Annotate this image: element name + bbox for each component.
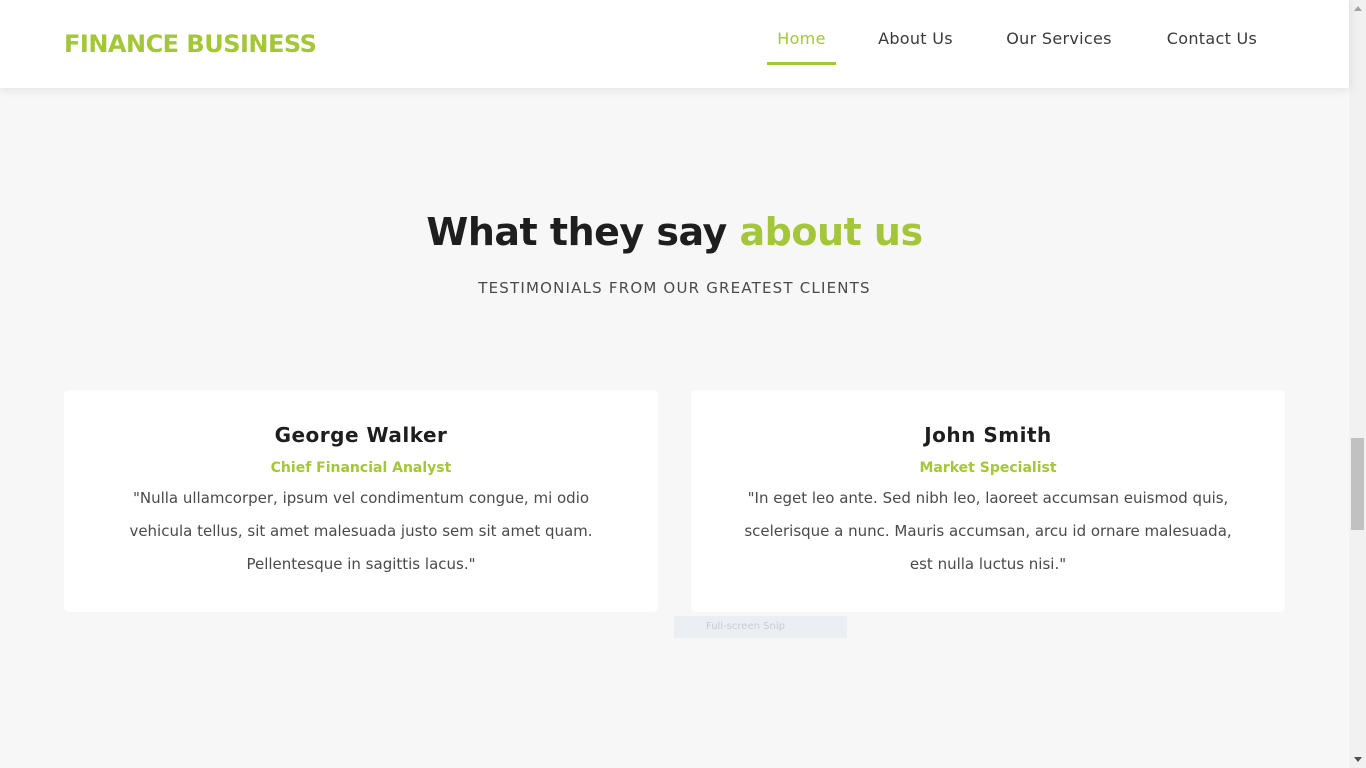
site-header: FINANCE BUSINESS Home About Us Our Servi… [0, 0, 1349, 88]
nav-home[interactable]: Home [767, 0, 836, 65]
testimonial-card: George Walker Chief Financial Analyst "N… [64, 390, 658, 612]
scroll-down-arrow-icon[interactable] [1349, 751, 1366, 768]
scrollbar-thumb[interactable] [1351, 438, 1364, 530]
testimonial-role: Market Specialist [919, 460, 1057, 476]
scroll-up-arrow-icon[interactable] [1349, 0, 1366, 17]
nav-our-services[interactable]: Our Services [1005, 0, 1113, 65]
testimonial-role: Chief Financial Analyst [270, 460, 452, 476]
vertical-scrollbar[interactable] [1349, 0, 1366, 768]
testimonial-card: John Smith Market Specialist "In eget le… [691, 390, 1285, 612]
testimonial-name: John Smith [924, 423, 1052, 447]
snip-overlay-label: Full-screen Snip [674, 616, 847, 638]
section-title: What they say about us [0, 210, 1349, 254]
nav-about-us[interactable]: About Us [877, 0, 954, 65]
testimonial-name: George Walker [274, 423, 448, 447]
testimonial-quote: "Nulla ullamcorper, ipsum vel condimentu… [129, 489, 593, 573]
site-logo[interactable]: FINANCE BUSINESS [64, 30, 317, 58]
section-subtitle: TESTIMONIALS FROM OUR GREATEST CLIENTS [478, 279, 871, 297]
testimonial-quote: "In eget leo ante. Sed nibh leo, laoreet… [744, 489, 1232, 573]
section-title-accent: about us [739, 210, 924, 254]
page: FINANCE BUSINESS Home About Us Our Servi… [0, 0, 1349, 768]
nav-contact-us[interactable]: Contact Us [1164, 0, 1260, 65]
section-title-main: What they say [426, 210, 727, 254]
